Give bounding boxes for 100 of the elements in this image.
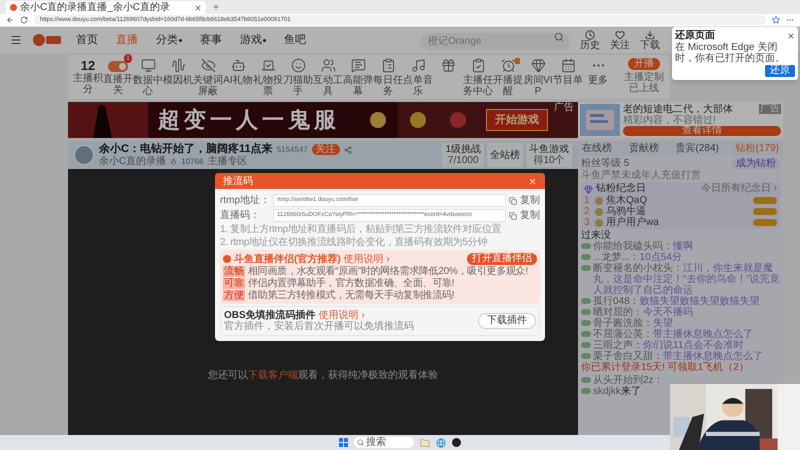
tool-label[interactable]: 更多 — [583, 75, 613, 86]
gem-icon[interactable] — [530, 58, 546, 73]
windows-icon[interactable] — [339, 438, 348, 447]
companion-title: 斗鱼直播伴侣(官方推荐) — [234, 254, 341, 264]
rank-number: 2 — [584, 206, 591, 217]
copy-icon[interactable] — [509, 212, 517, 220]
search-icon[interactable] — [554, 32, 564, 42]
chat-message: 从头开始到2z： — [593, 375, 664, 386]
header-action[interactable]: 下载 — [640, 40, 660, 50]
favorite-icon[interactable] — [772, 16, 780, 24]
clipboard-icon[interactable] — [380, 58, 396, 73]
menu-icon[interactable] — [10, 34, 22, 46]
feature-tag: 可靠 — [223, 278, 245, 289]
back-icon[interactable] — [6, 16, 14, 24]
play-game-button[interactable]: 开始游戏 — [486, 108, 548, 132]
fan-club-link[interactable]: 余小C直的录播 — [99, 156, 166, 167]
minor-notice: 斗鱼严禁未成年人充值打赏 — [580, 170, 702, 181]
smile-icon[interactable] — [290, 58, 306, 73]
help-link[interactable]: 使用说明 › — [344, 254, 390, 264]
tool-label[interactable]: 关键词屏蔽 — [193, 75, 223, 97]
chat-message: 晒对屈的：今天不播吗 — [593, 307, 693, 318]
site-favicon — [10, 4, 17, 11]
download-client-note: 您还可以下载客户端观看，获得纯净极致的观看体验 — [208, 368, 438, 383]
share-icon[interactable] — [344, 146, 352, 154]
header-action[interactable]: 历史 — [580, 40, 600, 50]
search-field[interactable]: 橙记Orange — [420, 33, 570, 50]
fan-name: 乌鸦牛逼 — [606, 206, 646, 217]
download-icon[interactable] — [645, 30, 655, 40]
tool-label[interactable]: 直播开关 — [103, 74, 133, 96]
tool-label[interactable]: 互动工具 — [313, 75, 343, 97]
download-plugin-button[interactable]: 下载插件 — [478, 313, 536, 329]
nav-tab[interactable]: 首页 — [72, 32, 102, 48]
browser-tab[interactable]: 余小C直的录播直播_余小C直的录 — [6, 1, 206, 14]
sidebar-tab[interactable]: 贡献榜 — [628, 142, 659, 154]
tool-label[interactable]: AI礼物 — [223, 75, 253, 86]
tool-label[interactable]: 房间VIP — [523, 75, 553, 97]
taskbar-search[interactable]: 搜索 — [354, 437, 414, 448]
avatar[interactable] — [74, 145, 94, 165]
clipboard-check-icon[interactable] — [470, 58, 486, 73]
tool-label[interactable]: 开播提醒 — [493, 75, 523, 97]
tool-label[interactable]: 礼物投票 — [253, 75, 283, 97]
tool-label[interactable]: 点单音乐 — [403, 75, 433, 97]
field-label: 直播码： — [220, 210, 261, 221]
nav-tab[interactable]: 直播 — [112, 32, 142, 48]
become-fan-button[interactable]: 成为钻粉 — [732, 158, 780, 168]
download-client-link[interactable]: 下载客户端 — [248, 370, 298, 381]
calendar-icon[interactable] — [560, 58, 576, 73]
reload-icon[interactable] — [20, 16, 28, 24]
tab-title: 余小C直的录播直播_余小C直的录 — [20, 2, 170, 13]
nav-tab[interactable]: 分类 — [152, 32, 186, 48]
tool-label[interactable]: 主播任务中心 — [463, 75, 493, 97]
score-value: 12 — [80, 58, 96, 73]
bot-icon[interactable] — [230, 58, 246, 73]
stat-card[interactable]: 1级挑战 7/1000 — [442, 143, 484, 167]
stat-card[interactable]: 斗鱼游戏 得10个 — [526, 143, 572, 167]
new-tab-icon[interactable] — [212, 3, 220, 11]
waveform-icon[interactable] — [170, 58, 186, 73]
header-action[interactable]: 关注 — [610, 40, 630, 50]
users-icon[interactable] — [320, 58, 336, 73]
history-icon[interactable] — [585, 30, 595, 40]
help-link[interactable]: 使用说明 › — [318, 310, 365, 321]
nav-tab[interactable]: 游戏 — [236, 32, 270, 48]
copy-link[interactable]: 复制 — [520, 210, 540, 221]
score-label: 主播积分 — [73, 73, 103, 95]
close-icon[interactable] — [194, 4, 202, 12]
restore-button[interactable]: 还原 — [765, 65, 795, 77]
tool-label[interactable]: 模因机 — [163, 75, 193, 86]
tool-label[interactable]: 每日任务 — [373, 75, 403, 97]
tool-label[interactable]: 数据中心 — [133, 75, 163, 97]
eye-off-icon[interactable] — [200, 58, 216, 73]
gift-icon[interactable] — [440, 58, 456, 73]
sidebar-tab[interactable]: 贵宾(284) — [676, 142, 719, 154]
app-icon[interactable] — [452, 438, 461, 447]
field-label: rtmp地址： — [220, 195, 270, 206]
category-link[interactable]: 主播专区 — [207, 156, 248, 167]
sidebar-tab[interactable]: 在线榜 — [582, 142, 612, 154]
live-note: 主播定制已上线 — [623, 72, 665, 94]
room-number: 5154547 — [276, 144, 308, 156]
chat-message: 断变褪名的小枕头：江川，你生来就是魔丸，这是命中注定！“去你的鸟命！”说完竟人就控制了自己的命运 — [593, 263, 780, 296]
toggle-switch[interactable] — [108, 61, 128, 72]
music-icon[interactable] — [410, 58, 426, 73]
tool-label[interactable]: 高能弹幕 — [343, 75, 373, 97]
open-companion-button[interactable]: 打开直播伴侣 — [467, 253, 537, 265]
message-icon[interactable] — [350, 58, 366, 73]
nav-tab[interactable]: 鱼吧 — [280, 32, 310, 48]
copy-icon[interactable] — [509, 196, 517, 204]
tool-label[interactable]: 节目单 — [553, 75, 583, 86]
feature-text: 借助第三方转推模式，无需每天手动复制推流码! — [248, 290, 454, 301]
browser-icon[interactable] — [436, 438, 446, 448]
feature-tag: 流畅 — [223, 266, 245, 277]
monitor-icon[interactable] — [140, 58, 156, 73]
rank-number: 1 — [584, 195, 591, 206]
nav-tab[interactable]: 赛事 — [196, 32, 226, 48]
copy-link[interactable]: 复制 — [520, 195, 540, 206]
alarm-clock-icon[interactable] — [500, 58, 516, 73]
tool-label[interactable]: 刀猫助手 — [283, 75, 313, 97]
close-icon[interactable] — [787, 32, 795, 40]
heart-icon[interactable] — [615, 30, 625, 40]
vote-icon[interactable] — [260, 58, 276, 73]
stat-card[interactable]: 全站榜 — [487, 143, 523, 167]
